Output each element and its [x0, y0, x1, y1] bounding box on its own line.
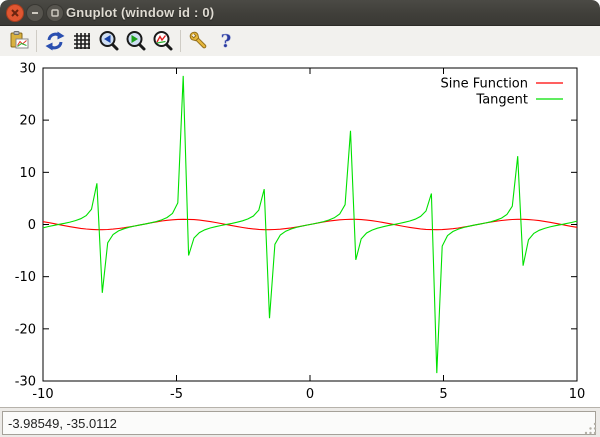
resize-grip-icon[interactable] [582, 421, 598, 435]
magnifier-left-arrow-icon [98, 30, 120, 52]
statusbar: -3.98549, -35.0112 [0, 407, 600, 437]
titlebar: Gnuplot (window id : 0) [0, 0, 600, 26]
wrench-icon [187, 29, 211, 53]
close-icon [10, 8, 20, 18]
magnifier-right-arrow-icon [125, 30, 147, 52]
y-tick-label: -10 [15, 270, 36, 285]
toolbar: ? [0, 26, 600, 56]
x-tick-label: 5 [439, 387, 447, 402]
legend-label-tangent: Tangent [475, 93, 528, 108]
grid-icon [71, 30, 93, 52]
x-tick-label: -5 [170, 387, 183, 402]
y-tick-label: 30 [19, 62, 36, 77]
plot-svg: Sine Function Tangent -10-50510-30-20-10… [0, 56, 600, 407]
maximize-icon [50, 8, 60, 18]
replot-button[interactable] [41, 28, 68, 54]
y-tick-label: 0 [28, 218, 36, 233]
legend-label-sine: Sine Function [440, 77, 528, 92]
refresh-arrows-icon [44, 30, 66, 52]
zoom-next-button[interactable] [122, 28, 149, 54]
toolbar-separator [180, 30, 181, 52]
y-tick-label: -30 [15, 375, 36, 390]
minimize-icon [30, 8, 40, 18]
plot-canvas[interactable]: Sine Function Tangent -10-50510-30-20-10… [0, 56, 600, 407]
tan-curve [43, 76, 577, 373]
zoom-previous-button[interactable] [95, 28, 122, 54]
clipboard-plot-icon [8, 30, 30, 52]
mouse-coordinates-text: -3.98549, -35.0112 [8, 416, 117, 431]
maximize-button[interactable] [46, 4, 64, 22]
toggle-grid-button[interactable] [68, 28, 95, 54]
mouse-coordinates-field: -3.98549, -35.0112 [2, 411, 596, 435]
close-button[interactable] [6, 4, 24, 22]
copy-plot-to-clipboard-button[interactable] [5, 28, 32, 54]
window-title: Gnuplot (window id : 0) [66, 0, 214, 26]
minimize-button[interactable] [26, 4, 44, 22]
x-tick-label: 10 [569, 387, 586, 402]
apply-autoscale-button[interactable] [149, 28, 176, 54]
magnifier-plot-icon [152, 30, 174, 52]
gnuplot-window: Gnuplot (window id : 0) [0, 0, 600, 437]
svg-text:?: ? [220, 31, 231, 52]
configure-button[interactable] [185, 28, 212, 54]
toolbar-separator [36, 30, 37, 52]
help-button[interactable]: ? [212, 28, 239, 54]
x-tick-label: 0 [306, 387, 314, 402]
y-tick-label: 10 [19, 166, 36, 181]
y-tick-label: 20 [19, 114, 36, 129]
y-tick-label: -20 [15, 322, 36, 337]
question-mark-icon: ? [215, 30, 237, 52]
